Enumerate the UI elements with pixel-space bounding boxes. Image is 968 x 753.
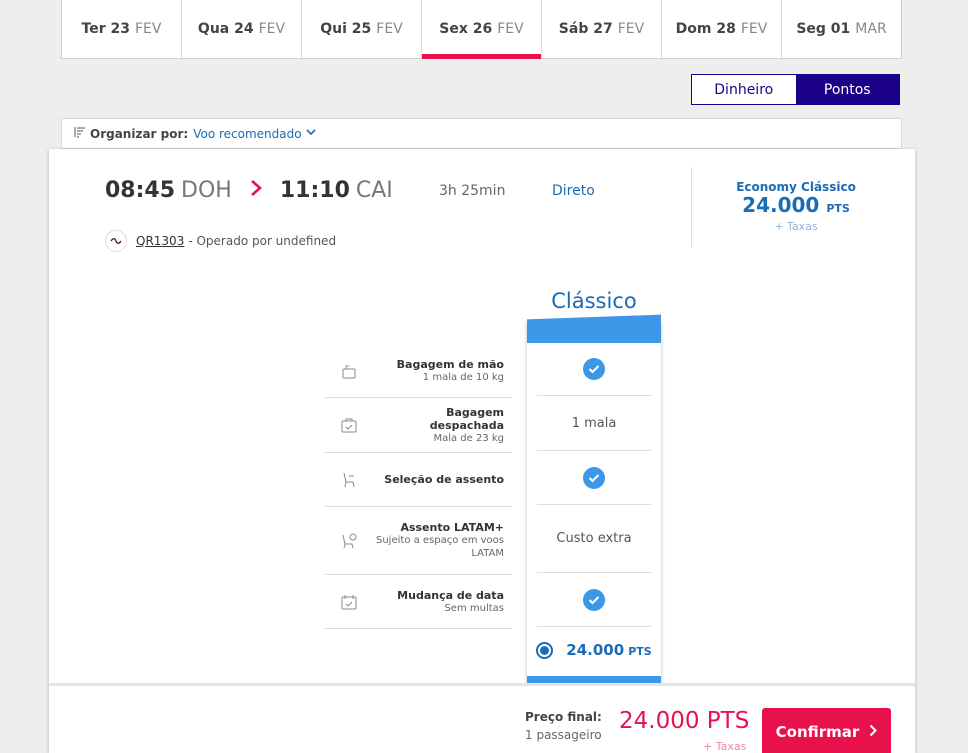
date-tab-month: MAR bbox=[855, 21, 887, 37]
chevron-down-icon[interactable] bbox=[306, 128, 316, 139]
chevron-right-icon bbox=[869, 724, 878, 741]
benefit-subtitle: Mala de 23 kg bbox=[433, 432, 504, 444]
flight-info: QR1303 - Operado por undefined bbox=[105, 230, 336, 252]
arrival-time: 11:10 bbox=[279, 178, 350, 203]
fare-summary-unit: PTS bbox=[826, 202, 850, 215]
benefit-row: Bagagem despachada Mala de 23 kg bbox=[325, 398, 512, 453]
final-price: 24.000 PTS bbox=[619, 708, 750, 734]
date-tab-day: Seg 01 bbox=[796, 21, 851, 37]
date-tabs: Ter 23 FEV Qua 24 FEV Qui 25 FEV Sex 26 FEV … bbox=[61, 0, 902, 59]
airline-logo-icon bbox=[105, 230, 127, 252]
money-toggle-button[interactable]: Dinheiro bbox=[692, 75, 796, 104]
benefit-row: Seleção de assento bbox=[325, 453, 512, 507]
divider bbox=[691, 167, 692, 247]
operated-by: - Operado por undefined bbox=[188, 234, 337, 248]
date-tab-3[interactable]: Sex 26 FEV bbox=[422, 0, 542, 59]
fare-cell: 1 mala bbox=[537, 396, 651, 451]
flight-card: 08:45 DOH 11:10 CAI 3h 25min Direto QR13… bbox=[49, 149, 915, 753]
sort-label: Organizar por: bbox=[90, 126, 189, 141]
seat-plus-icon bbox=[339, 531, 359, 551]
date-tab-day: Ter 23 bbox=[81, 21, 130, 37]
check-icon bbox=[583, 358, 605, 380]
benefit-subtitle: Sem multas bbox=[444, 602, 504, 614]
date-tab-month: FEV bbox=[617, 21, 645, 37]
flight-duration: 3h 25min bbox=[439, 183, 506, 199]
fare-cell: Custo extra bbox=[537, 505, 651, 573]
benefits-list: Bagagem de mão 1 mala de 10 kg Bagagem de… bbox=[325, 345, 512, 629]
date-tab-2[interactable]: Qui 25 FEV bbox=[302, 0, 422, 58]
fare-column-classico[interactable]: 1 mala Custo extra 24.000 PTS bbox=[527, 314, 661, 683]
fare-column-price-value: 24.000 bbox=[566, 641, 625, 659]
benefit-title: Bagagem de mão bbox=[396, 358, 504, 371]
final-price-label: Preço final: 1 passageiro bbox=[525, 710, 602, 742]
fare-column-footer bbox=[527, 676, 661, 683]
fare-summary-price: 24.000 PTS bbox=[711, 194, 881, 220]
fare-column-price: 24.000 PTS bbox=[566, 641, 651, 659]
date-tab-day: Qua 24 bbox=[197, 21, 254, 37]
fare-summary-price-value: 24.000 bbox=[742, 193, 820, 217]
benefit-title: Bagagem despachada bbox=[429, 405, 504, 432]
benefit-row: Mudança de data Sem multas bbox=[325, 575, 512, 629]
date-tab-6[interactable]: Seg 01 MAR bbox=[782, 0, 901, 58]
points-toggle-button[interactable]: Pontos bbox=[795, 75, 899, 104]
date-tab-day: Sáb 27 bbox=[558, 21, 613, 37]
benefit-row: Bagagem de mão 1 mala de 10 kg bbox=[325, 345, 512, 398]
sort-bar: Organizar por: Voo recomendado bbox=[61, 118, 902, 149]
fare-select-option[interactable]: 24.000 PTS bbox=[527, 635, 661, 665]
fare-summary[interactable]: Economy Clássico 24.000 PTS + Taxas bbox=[711, 180, 881, 233]
passenger-count: 1 passageiro bbox=[525, 728, 602, 742]
final-taxes: + Taxas bbox=[703, 740, 747, 753]
fare-column-unit: PTS bbox=[628, 645, 652, 658]
confirm-label: Confirmar bbox=[775, 723, 860, 741]
sort-dropdown[interactable]: Voo recomendado bbox=[193, 127, 301, 141]
date-tab-day: Qui 25 bbox=[320, 21, 372, 37]
flight-number-link[interactable]: QR1303 bbox=[136, 234, 184, 248]
radio-selected[interactable] bbox=[536, 641, 554, 659]
carry-on-bag-icon bbox=[339, 361, 359, 381]
confirm-button[interactable]: Confirmar bbox=[762, 708, 891, 753]
date-tab-month: FEV bbox=[258, 21, 286, 37]
benefit-title: Mudança de data bbox=[397, 588, 504, 602]
date-tab-month: FEV bbox=[134, 21, 162, 37]
date-tab-month: FEV bbox=[376, 21, 403, 37]
fare-summary-taxes: + Taxas bbox=[774, 220, 818, 233]
seat-icon bbox=[339, 470, 359, 490]
check-icon bbox=[583, 466, 605, 489]
price-footer: Preço final: 1 passageiro 24.000 PTS + T… bbox=[49, 683, 915, 753]
flight-stops[interactable]: Direto bbox=[552, 183, 595, 199]
date-tab-day: Sex 26 bbox=[439, 21, 493, 37]
date-tab-month: FEV bbox=[497, 21, 524, 37]
check-icon bbox=[583, 588, 605, 611]
benefit-row: Assento LATAM+ Sujeito a espaço em voos L… bbox=[325, 507, 512, 575]
benefit-subtitle: 1 mala de 10 kg bbox=[422, 372, 504, 383]
departure-code: DOH bbox=[181, 178, 232, 203]
fare-column-title: Clássico bbox=[551, 289, 637, 313]
date-tab-5[interactable]: Dom 28 FEV bbox=[662, 0, 782, 58]
fare-cell bbox=[537, 343, 651, 396]
date-tab-0[interactable]: Ter 23 FEV bbox=[62, 0, 182, 58]
date-tab-1[interactable]: Qua 24 FEV bbox=[182, 0, 302, 58]
currency-toggle: Dinheiro Pontos bbox=[691, 74, 900, 105]
date-tab-day: Dom 28 bbox=[675, 21, 736, 37]
benefit-subtitle: Sujeito a espaço em voos LATAM bbox=[376, 535, 504, 559]
benefit-title: Seleção de assento bbox=[384, 473, 504, 486]
fare-cell bbox=[537, 451, 651, 505]
fare-cell bbox=[537, 573, 651, 627]
arrow-right-icon bbox=[250, 178, 262, 203]
arrival-code: CAI bbox=[355, 178, 393, 203]
final-price-title: Preço final: bbox=[525, 710, 602, 724]
calendar-icon bbox=[339, 592, 359, 612]
sort-icon bbox=[74, 126, 86, 141]
departure-time: 08:45 bbox=[105, 178, 176, 203]
date-tab-month: FEV bbox=[740, 21, 768, 37]
date-tab-4[interactable]: Sáb 27 FEV bbox=[542, 0, 662, 58]
checked-bag-icon bbox=[339, 415, 359, 435]
fare-summary-name: Economy Clássico bbox=[736, 180, 856, 194]
flight-times: 08:45 DOH 11:10 CAI bbox=[105, 178, 393, 203]
benefit-title: Assento LATAM+ bbox=[400, 521, 504, 534]
